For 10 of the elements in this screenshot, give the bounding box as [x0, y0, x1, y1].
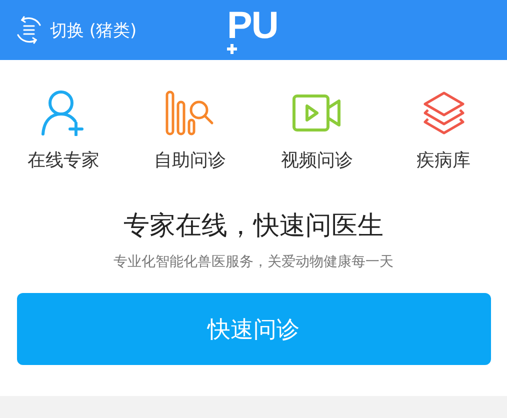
subtitle: 专业化智能化兽医服务，关爱动物健康每一天 — [114, 253, 394, 271]
feature-item[interactable]: 视频问诊 — [256, 90, 377, 172]
feature-item[interactable]: 自助问诊 — [130, 90, 250, 172]
logo: PU — [227, 8, 278, 44]
layers-icon — [420, 90, 467, 136]
feature-item[interactable]: 在线专家 — [3, 90, 124, 172]
plus-icon — [227, 44, 237, 54]
headline: 专家在线，快速问医生 — [124, 210, 384, 243]
feature-item[interactable]: 疾病库 — [384, 90, 504, 172]
refresh-list-icon — [14, 15, 44, 45]
